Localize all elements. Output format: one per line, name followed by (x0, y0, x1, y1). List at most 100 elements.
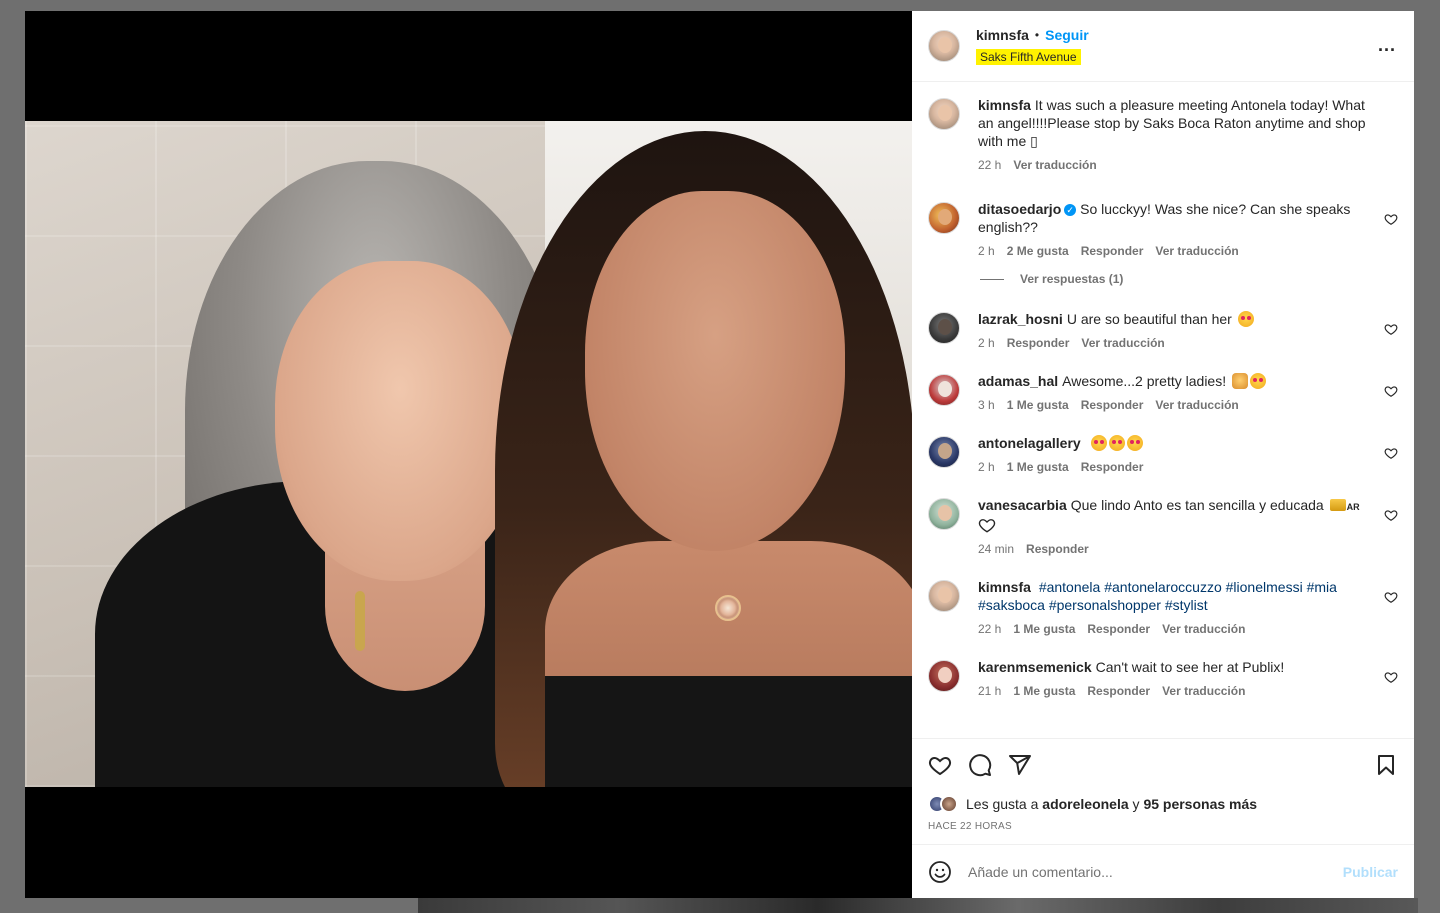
author-avatar[interactable] (928, 30, 960, 62)
more-options-icon[interactable]: ... (1378, 35, 1396, 56)
translate-link[interactable]: Ver traducción (1081, 336, 1164, 350)
avatar[interactable] (928, 202, 960, 234)
comment-time[interactable]: 3 h (978, 398, 995, 412)
raising-hands-emoji-icon (1232, 373, 1248, 389)
comment-time[interactable]: 2 h (978, 460, 995, 474)
comment-username[interactable]: lazrak_hosni (978, 311, 1063, 327)
comment-like-heart-icon[interactable] (1384, 590, 1398, 604)
translate-link[interactable]: Ver traducción (1155, 244, 1238, 258)
post-photo[interactable] (25, 121, 912, 787)
comment-like-heart-icon[interactable] (1384, 384, 1398, 398)
comment-time[interactable]: 22 h (978, 158, 1001, 172)
comment-username[interactable]: karenmsemenick (978, 659, 1092, 675)
comment-username[interactable]: adamas_hal (978, 373, 1058, 389)
comment-text: adamas_hal Awesome...2 pretty ladies! (978, 372, 1368, 390)
view-replies-label: Ver respuestas (1) (1020, 272, 1124, 286)
reply-button[interactable]: Responder (1081, 460, 1144, 474)
hashtag-link[interactable]: #lionelmessi (1226, 579, 1303, 595)
comment-like-heart-icon[interactable] (1384, 446, 1398, 460)
likes-count[interactable]: 1 Me gusta (1007, 398, 1069, 412)
comment-input[interactable] (968, 863, 1343, 880)
likes-middle: y (1132, 796, 1140, 812)
comment-text: antonelagallery (978, 434, 1368, 452)
likes-summary[interactable]: Les gusta a adoreleonela y 95 personas m… (928, 795, 1398, 813)
separator-dot: • (1034, 28, 1040, 42)
reply-button[interactable]: Responder (1081, 398, 1144, 412)
comment-content: Awesome...2 pretty ladies! (1062, 373, 1227, 389)
post-time-ago[interactable]: HACE 22 HORAS (928, 821, 1398, 832)
likes-others[interactable]: 95 personas más (1143, 796, 1257, 812)
translate-link[interactable]: Ver traducción (1013, 158, 1096, 172)
white-heart-emoji-icon (978, 519, 996, 533)
comment-meta: 2 h 1 Me gusta Responder (978, 460, 1368, 474)
comment-time[interactable]: 21 h (978, 684, 1001, 698)
comment-text: ditasoedarjo ✓ So lucckyy! Was she nice? … (978, 200, 1368, 236)
caption-text: It was such a pleasure meeting Antonela … (978, 97, 1366, 149)
author-username[interactable]: kimnsfa (976, 27, 1029, 43)
hashtag-link[interactable]: #mia (1307, 579, 1337, 595)
post-comment-button[interactable]: Publicar (1343, 864, 1398, 880)
reply-button[interactable]: Responder (1081, 244, 1144, 258)
hashtag-link[interactable]: #antonelaroccuzzo (1104, 579, 1222, 595)
comments-list[interactable]: kimnsfa It was such a pleasure meeting An… (912, 82, 1414, 738)
location-link[interactable]: Saks Fifth Avenue (976, 49, 1081, 65)
comment-username[interactable]: vanesacarbia (978, 497, 1067, 513)
view-replies-button[interactable]: Ver respuestas (1) (980, 272, 1398, 286)
comment-username[interactable]: kimnsfa (978, 579, 1031, 595)
comment-username[interactable]: antonelagallery (978, 435, 1081, 451)
translate-link[interactable]: Ver traducción (1162, 684, 1245, 698)
heart-eyes-emoji-icon (1108, 435, 1125, 451)
hashtag-link[interactable]: #personalshopper (1049, 597, 1161, 613)
likes-count[interactable]: 1 Me gusta (1013, 684, 1075, 698)
post-modal: kimnsfa • Seguir Saks Fifth Avenue ... k… (25, 11, 1414, 898)
comment-content: Can't wait to see her at Publix! (1095, 659, 1285, 675)
comment-content: U are so beautiful than her (1066, 311, 1232, 327)
avatar[interactable] (928, 98, 960, 130)
avatar[interactable] (928, 312, 960, 344)
avatar[interactable] (928, 660, 960, 692)
comment-item: vanesacarbia Que lindo Anto es tan sencil… (928, 496, 1398, 556)
reply-button[interactable]: Responder (1087, 684, 1150, 698)
comment-like-heart-icon[interactable] (1384, 212, 1398, 226)
translate-link[interactable]: Ver traducción (1155, 398, 1238, 412)
likes-count[interactable]: 1 Me gusta (1007, 460, 1069, 474)
avatar[interactable] (928, 374, 960, 406)
avatar[interactable] (928, 580, 960, 612)
comment-body: ditasoedarjo ✓ So lucckyy! Was she nice? … (978, 200, 1368, 258)
comment-like-heart-icon[interactable] (1384, 508, 1398, 522)
avatar[interactable] (928, 436, 960, 468)
reply-button[interactable]: Responder (1007, 336, 1070, 350)
comment-like-heart-icon[interactable] (1384, 670, 1398, 684)
comment-item: lazrak_hosni U are so beautiful than her … (928, 310, 1398, 350)
likes-count[interactable]: 1 Me gusta (1013, 622, 1075, 636)
comment-text: kimnsfa It was such a pleasure meeting An… (978, 96, 1368, 150)
comment-like-heart-icon[interactable] (1384, 322, 1398, 336)
hashtag-link[interactable]: #antonela (1039, 579, 1101, 595)
comment-bubble-icon[interactable] (968, 753, 992, 777)
reply-button[interactable]: Responder (1026, 542, 1089, 556)
comment-meta: 24 min Responder (978, 542, 1368, 556)
hashtag-link[interactable]: #saksboca (978, 597, 1045, 613)
replies-line (980, 278, 1004, 280)
header-text: kimnsfa • Seguir Saks Fifth Avenue (976, 27, 1089, 65)
comment-time[interactable]: 22 h (978, 622, 1001, 636)
comment-username[interactable]: kimnsfa (978, 97, 1031, 113)
hashtag-link[interactable]: #stylist (1165, 597, 1208, 613)
likes-count[interactable]: 2 Me gusta (1007, 244, 1069, 258)
comment-meta: 3 h 1 Me gusta Responder Ver traducción (978, 398, 1368, 412)
post-media (25, 11, 912, 898)
comment-username[interactable]: ditasoedarjo (978, 201, 1061, 217)
comment-text: karenmsemenick Can't wait to see her at P… (978, 658, 1368, 676)
smiley-icon[interactable] (928, 860, 952, 884)
avatar[interactable] (928, 498, 960, 530)
translate-link[interactable]: Ver traducción (1162, 622, 1245, 636)
comment-time[interactable]: 24 min (978, 542, 1014, 556)
comment-time[interactable]: 2 h (978, 336, 995, 350)
paper-plane-icon[interactable] (1008, 753, 1032, 777)
bookmark-icon[interactable] (1374, 753, 1398, 777)
comment-time[interactable]: 2 h (978, 244, 995, 258)
liker-username[interactable]: adoreleonela (1042, 796, 1128, 812)
heart-icon[interactable] (928, 753, 952, 777)
reply-button[interactable]: Responder (1087, 622, 1150, 636)
follow-button[interactable]: Seguir (1045, 27, 1089, 43)
